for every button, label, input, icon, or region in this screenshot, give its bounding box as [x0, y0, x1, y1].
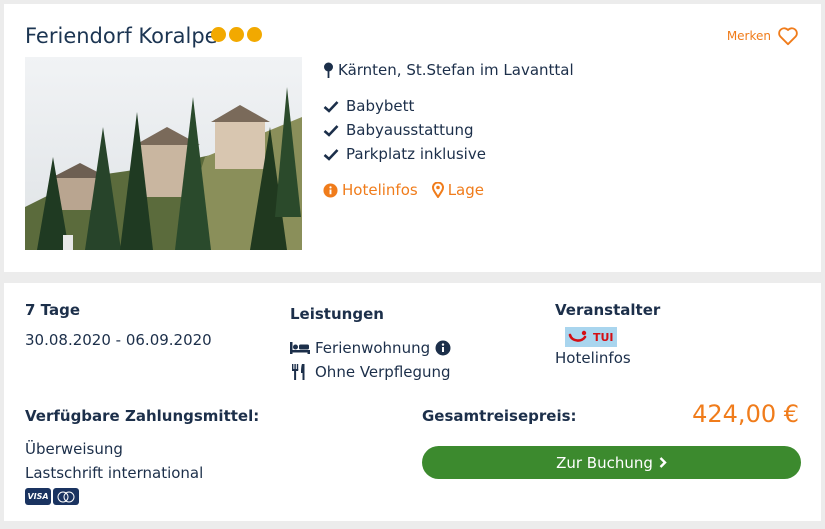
feature-item: Babyausstattung [323, 118, 574, 142]
star-rating [211, 27, 262, 42]
hotel-links: Hotelinfos Lage [323, 178, 574, 202]
operator-name: TUI [593, 330, 614, 344]
payment-method: Lastschrift international [25, 464, 204, 482]
info-circle-icon [323, 182, 338, 198]
services-list: Ferienwohnung Ohne Verpflegung [290, 336, 451, 384]
lage-link[interactable]: Lage [431, 181, 484, 199]
bed-icon [290, 342, 310, 354]
visa-icon: VISA [25, 488, 51, 505]
hotel-photo[interactable] [25, 57, 302, 250]
operator-heading: Veranstalter [555, 301, 661, 319]
operator-hotelinfos-link[interactable]: Hotelinfos [555, 349, 631, 367]
total-price: 424,00 € [692, 400, 799, 428]
total-label: Gesamtreisepreis: [422, 407, 577, 425]
services-heading: Leistungen [290, 305, 384, 323]
feature-label: Babyausstattung [346, 121, 474, 139]
star-icon [229, 27, 244, 42]
lage-label: Lage [447, 181, 484, 199]
feature-label: Parkplatz inklusive [346, 145, 486, 163]
heart-icon [778, 27, 798, 46]
mastercard-icon [53, 488, 79, 505]
feature-label: Babybett [346, 97, 415, 115]
hotel-info: Kärnten, St.Stefan im Lavanttal Babybett… [323, 58, 574, 202]
location-row: Kärnten, St.Stefan im Lavanttal [323, 58, 574, 82]
hotelinfos-link[interactable]: Hotelinfos [323, 181, 418, 199]
check-icon [323, 148, 339, 161]
offer-card: 7 Tage 30.08.2020 - 06.09.2020 Leistunge… [4, 283, 821, 521]
payment-heading: Verfügbare Zahlungsmittel: [25, 407, 260, 425]
room-label: Ferienwohnung [315, 339, 431, 357]
star-icon [211, 27, 226, 42]
book-button[interactable]: Zur Buchung [422, 446, 801, 479]
feature-item: Babybett [323, 94, 574, 118]
hotel-card: Feriendorf Koralpe Merken Kärnten, St.St… [4, 4, 821, 272]
room-type: Ferienwohnung [290, 336, 451, 360]
travel-dates: 30.08.2020 - 06.09.2020 [25, 331, 212, 349]
merken-button[interactable]: Merken [727, 26, 799, 46]
book-label: Zur Buchung [556, 453, 653, 472]
merken-label: Merken [726, 29, 771, 43]
chevron-right-icon [659, 457, 667, 468]
check-icon [323, 100, 339, 113]
payment-method: Überweisung [25, 440, 123, 458]
tui-logo: TUI [565, 327, 617, 348]
location-text: Kärnten, St.Stefan im Lavanttal [338, 61, 574, 79]
map-pin-icon [324, 62, 333, 78]
payment-badges: VISA [25, 488, 81, 505]
map-marker-icon [431, 182, 444, 198]
hotel-name[interactable]: Feriendorf Koralpe [25, 24, 218, 48]
star-icon [247, 27, 262, 42]
board-label: Ohne Verpflegung [315, 363, 451, 381]
hotelinfos-label: Hotelinfos [342, 181, 418, 199]
feature-item: Parkplatz inklusive [323, 142, 574, 166]
info-circle-icon[interactable] [435, 340, 451, 356]
board-type: Ohne Verpflegung [290, 360, 451, 384]
tui-smile-icon [568, 330, 587, 342]
duration: 7 Tage [25, 301, 80, 319]
check-icon [323, 124, 339, 137]
cutlery-icon [292, 364, 305, 380]
